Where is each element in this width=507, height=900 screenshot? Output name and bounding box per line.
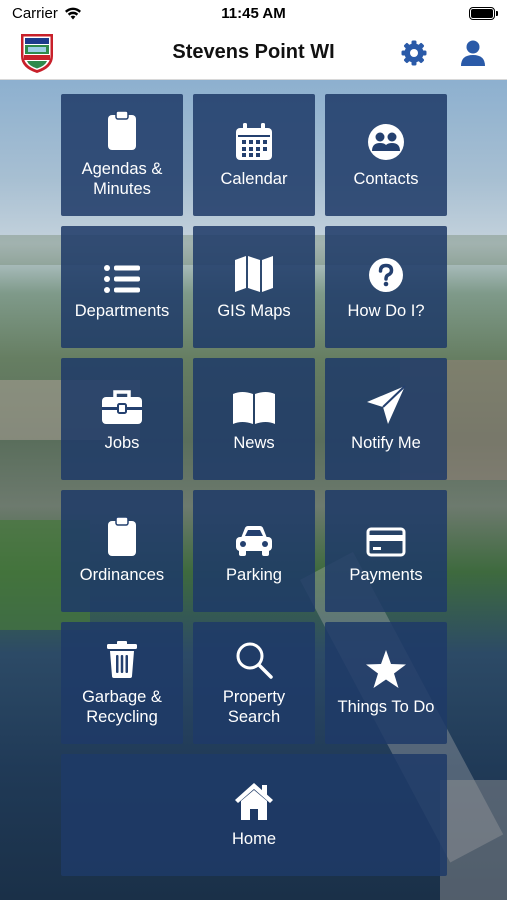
tile-how-do-i[interactable]: How Do I? — [325, 226, 447, 348]
tile-label: Property Search — [222, 688, 286, 726]
tile-ordinances[interactable]: Ordinances — [61, 490, 183, 612]
tile-label: Calendar — [220, 170, 288, 188]
tile-notify-me[interactable]: Notify Me — [325, 358, 447, 480]
search-icon — [236, 642, 273, 679]
tile-payments[interactable]: Payments — [325, 490, 447, 612]
gear-icon — [401, 40, 427, 66]
trash-icon — [107, 641, 137, 678]
tile-home[interactable]: Home — [61, 754, 447, 876]
navigation-bar: Stevens Point WI — [0, 28, 507, 80]
battery-icon — [469, 7, 498, 20]
book-icon — [233, 392, 275, 424]
tile-label: Notify Me — [351, 434, 421, 452]
person-icon — [461, 40, 485, 66]
car-icon — [236, 526, 272, 556]
question-icon — [369, 258, 403, 292]
list-icon — [104, 265, 140, 293]
tile-label: Departments — [74, 302, 170, 320]
tile-news[interactable]: News — [193, 358, 315, 480]
clipboard-icon — [108, 111, 136, 150]
calendar-icon — [236, 123, 272, 160]
tile-label: Parking — [226, 566, 282, 584]
tile-jobs[interactable]: Jobs — [61, 358, 183, 480]
tile-label: Garbage & Recycling — [82, 688, 162, 726]
tile-label: Contacts — [353, 170, 419, 188]
star-icon — [366, 650, 406, 688]
tile-label: Payments — [349, 566, 423, 584]
tile-calendar[interactable]: Calendar — [193, 94, 315, 216]
home-icon — [235, 783, 273, 820]
briefcase-icon — [102, 390, 142, 424]
tile-contacts[interactable]: Contacts — [325, 94, 447, 216]
tile-label: How Do I? — [347, 302, 425, 320]
page-title: Stevens Point WI — [172, 41, 335, 63]
tile-label: Home — [231, 830, 276, 848]
credit-card-icon — [366, 527, 406, 557]
send-icon — [367, 385, 406, 424]
tile-label: Jobs — [104, 434, 140, 452]
tile-label: GIS Maps — [217, 302, 291, 320]
map-icon — [235, 256, 273, 292]
tile-label: Ordinances — [79, 566, 165, 584]
tile-label: Things To Do — [337, 698, 435, 716]
settings-button[interactable] — [398, 37, 430, 69]
tile-label: Agendas & Minutes — [81, 160, 163, 198]
status-time: 11:45 AM — [221, 5, 286, 22]
tile-property-search[interactable]: Property Search — [193, 622, 315, 744]
tile-label: News — [233, 434, 275, 452]
tile-departments[interactable]: Departments — [61, 226, 183, 348]
tile-things-to-do[interactable]: Things To Do — [325, 622, 447, 744]
tile-gis-maps[interactable]: GIS Maps — [193, 226, 315, 348]
users-icon — [368, 124, 404, 160]
clipboard-icon — [108, 517, 136, 556]
tile-garbage-recycling[interactable]: Garbage & Recycling — [61, 622, 183, 744]
tile-parking[interactable]: Parking — [193, 490, 315, 612]
tile-agendas-minutes[interactable]: Agendas & Minutes — [61, 94, 183, 216]
status-bar: Carrier 11:45 AM — [0, 0, 507, 28]
profile-button[interactable] — [457, 37, 489, 69]
